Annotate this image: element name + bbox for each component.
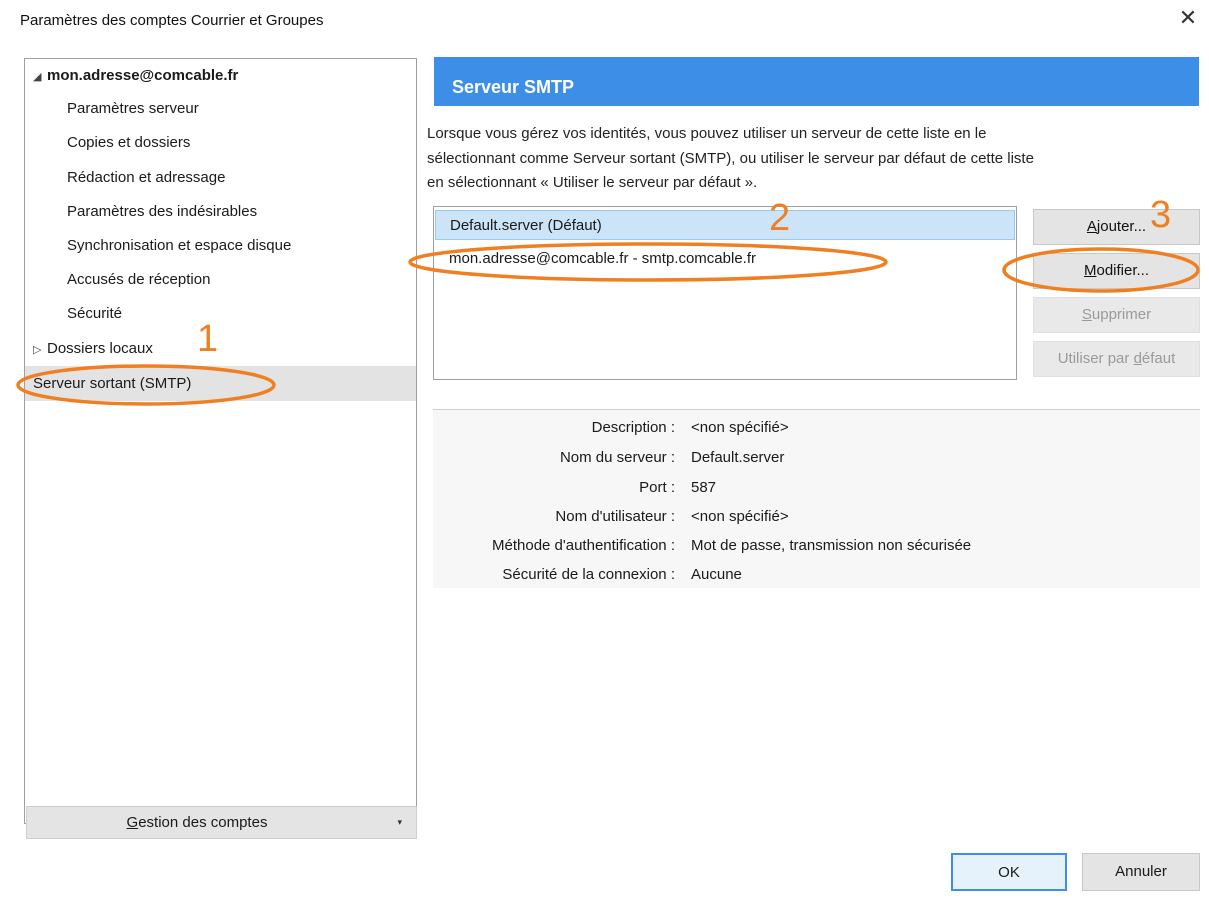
detail-row: Description : <non spécifié> (433, 413, 1200, 443)
chevron-down-icon: ▾ (397, 817, 402, 827)
tree-item-junk[interactable]: Paramètres des indésirables (25, 197, 416, 227)
set-default-button[interactable]: Utiliser par défaut (1033, 341, 1200, 377)
account-tree[interactable]: ◢ mon.adresse@comcable.fr Paramètres ser… (24, 58, 417, 824)
description-line: en sélectionnant « Utiliser le serveur p… (427, 174, 758, 191)
detail-value: Mot de passe, transmission non sécurisée (691, 537, 972, 554)
account-actions-label: Gestion des comptes (27, 814, 367, 831)
server-details: Description : <non spécifié> Nom du serve… (433, 409, 1200, 588)
account-actions-text: estion des comptes (138, 814, 268, 831)
tree-item-label: Sécurité (67, 305, 123, 322)
tree-item-copies-folders[interactable]: Copies et dossiers (25, 128, 416, 158)
tree-item-label: Copies et dossiers (67, 134, 191, 151)
panel-description: Lorsque vous gérez vos identités, vous p… (427, 122, 1197, 196)
edit-button[interactable]: Modifier... (1033, 253, 1200, 289)
delete-button[interactable]: Supprimer (1033, 297, 1200, 333)
set-default-label: éfaut (1141, 350, 1176, 367)
tree-item-label: Dossiers locaux (47, 340, 153, 357)
collapsed-triangle-icon[interactable]: ▷ (33, 335, 41, 365)
detail-row: Nom d'utilisateur : <non spécifié> (433, 502, 1200, 532)
tree-item-label: Serveur sortant (SMTP) (33, 375, 192, 392)
tree-account-label: mon.adresse@comcable.fr (47, 67, 239, 84)
tree-account-row[interactable]: ◢ mon.adresse@comcable.fr (25, 61, 416, 91)
ok-button[interactable]: OK (951, 853, 1067, 891)
tree-item-smtp[interactable]: Serveur sortant (SMTP) (25, 366, 416, 401)
delete-label: upprimer (1091, 306, 1152, 323)
set-default-label-pre: Utiliser par (1057, 350, 1134, 367)
list-item[interactable]: Default.server (Défaut) (435, 210, 1015, 240)
accel-key: G (126, 814, 139, 831)
detail-value: Default.server (691, 449, 785, 466)
tree-item-local-folders[interactable]: ▷ Dossiers locaux (25, 334, 416, 364)
tree-item-label: Paramètres des indésirables (67, 203, 258, 220)
detail-row: Sécurité de la connexion : Aucune (433, 560, 1200, 590)
tree-item-sync-disk[interactable]: Synchronisation et espace disque (25, 231, 416, 261)
annotation-number-2: 2 (769, 197, 791, 239)
list-item[interactable]: mon.adresse@comcable.fr - smtp.comcable.… (435, 244, 1015, 274)
detail-key: Description : (591, 419, 675, 436)
expanded-triangle-icon[interactable]: ◢ (33, 62, 41, 92)
smtp-server-list[interactable]: Default.server (Défaut) mon.adresse@comc… (433, 206, 1017, 380)
detail-key: Nom d'utilisateur : (555, 508, 675, 525)
add-button[interactable]: Ajouter... (1033, 209, 1200, 245)
edit-label: odifier... (1096, 262, 1150, 279)
accel-key: M (1083, 262, 1097, 279)
detail-key: Méthode d'authentification : (492, 537, 675, 554)
tree-item-label: Synchronisation et espace disque (67, 237, 292, 254)
detail-value: <non spécifié> (691, 419, 789, 436)
detail-row: Nom du serveur : Default.server (433, 443, 1200, 473)
tree-item-composition[interactable]: Rédaction et adressage (25, 163, 416, 193)
accel-key: S (1081, 306, 1092, 323)
close-icon[interactable]: ✕ (1176, 6, 1200, 30)
description-line: Lorsque vous gérez vos identités, vous p… (427, 125, 987, 142)
annotation-number-3: 3 (1150, 194, 1172, 236)
tree-item-security[interactable]: Sécurité (25, 299, 416, 329)
detail-value: 587 (691, 479, 717, 496)
detail-value: <non spécifié> (691, 508, 789, 525)
annotation-number-1: 1 (197, 318, 219, 360)
page-title: Serveur SMTP (434, 57, 1199, 106)
detail-key: Port : (639, 479, 675, 496)
detail-key: Nom du serveur : (559, 449, 675, 466)
add-label: jouter... (1096, 218, 1147, 235)
account-actions-button[interactable]: Gestion des comptes ▾ (26, 806, 417, 839)
tree-item-receipts[interactable]: Accusés de réception (25, 265, 416, 295)
accel-key: A (1086, 218, 1097, 235)
window-title: Paramètres des comptes Courrier et Group… (20, 12, 324, 29)
description-line: sélectionnant comme Serveur sortant (SMT… (427, 149, 1034, 167)
detail-value: Aucune (691, 566, 742, 583)
cancel-button[interactable]: Annuler (1082, 853, 1200, 891)
tree-item-server-settings[interactable]: Paramètres serveur (25, 94, 416, 124)
detail-row: Port : 587 (433, 473, 1200, 503)
accel-key: d (1133, 350, 1142, 367)
detail-key: Sécurité de la connexion : (502, 566, 675, 583)
detail-row: Méthode d'authentification : Mot de passe… (433, 531, 1200, 561)
tree-item-label: Rédaction et adressage (67, 169, 226, 186)
tree-item-label: Paramètres serveur (67, 100, 199, 117)
tree-item-label: Accusés de réception (67, 271, 211, 288)
